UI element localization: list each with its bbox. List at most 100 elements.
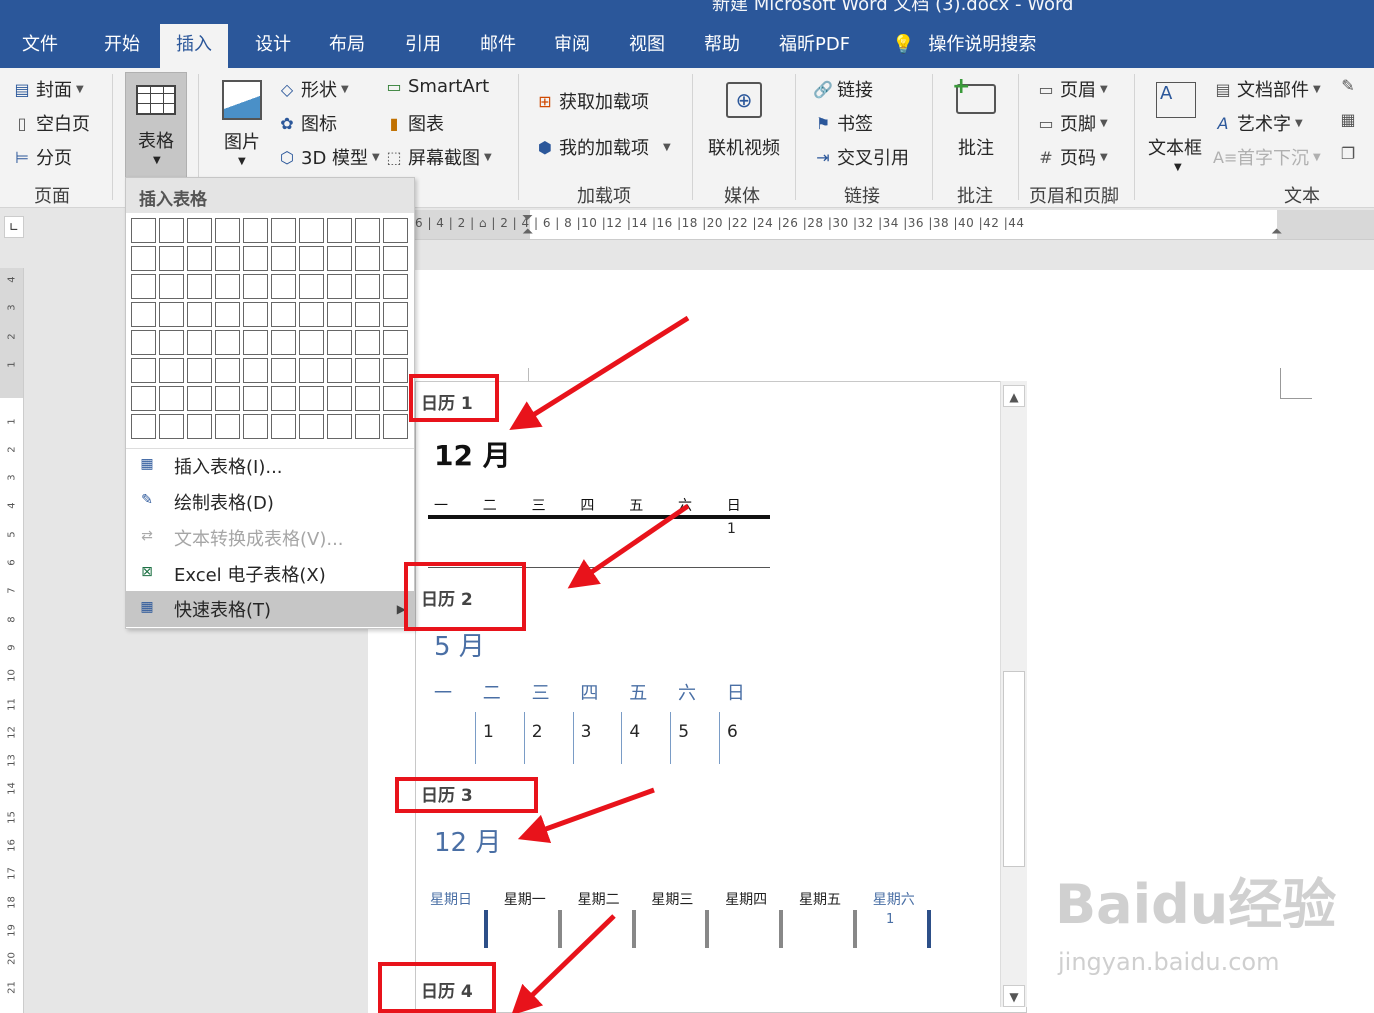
cover-page-button[interactable]: ▤ 封面 ▼ (12, 76, 83, 102)
scroll-up-icon[interactable]: ▲ (1003, 385, 1025, 407)
wordart-button[interactable]: A 艺术字 ▼ (1213, 110, 1303, 136)
table-grid-cell[interactable] (355, 302, 380, 327)
horizontal-ruler[interactable]: 6 | 4 | 2 | ⌂ | 2 | 4 | 6 | 8 |10 |12 |1… (415, 210, 1374, 240)
table-grid-cell[interactable] (299, 302, 324, 327)
table-grid-cell[interactable] (243, 274, 268, 299)
page-break-button[interactable]: ⊨ 分页 (12, 144, 72, 170)
tab-insert[interactable]: 插入 (160, 24, 228, 70)
table-grid-cell[interactable] (271, 302, 296, 327)
tab-help[interactable]: 帮助 (702, 24, 742, 68)
table-grid-cell[interactable] (131, 358, 156, 383)
tab-foxit-pdf[interactable]: 福昕PDF (777, 24, 852, 68)
table-grid-cell[interactable] (327, 386, 352, 411)
table-grid-cell[interactable] (159, 358, 184, 383)
table-grid-cell[interactable] (187, 246, 212, 271)
table-grid-cell[interactable] (355, 358, 380, 383)
table-grid-cell[interactable] (187, 386, 212, 411)
table-grid-cell[interactable] (187, 218, 212, 243)
table-grid-cell[interactable] (299, 386, 324, 411)
table-grid-cell[interactable] (299, 246, 324, 271)
table-grid-cell[interactable] (215, 246, 240, 271)
date-time-button[interactable]: ▦ (1338, 110, 1362, 129)
scrollbar-thumb[interactable] (1003, 671, 1025, 867)
table-grid-cell[interactable] (383, 302, 408, 327)
table-grid-cell[interactable] (271, 246, 296, 271)
table-grid-cell[interactable] (299, 414, 324, 439)
table-grid-cell[interactable] (215, 386, 240, 411)
tell-me-search[interactable]: 💡 操作说明搜索 (890, 24, 1038, 68)
table-grid-cell[interactable] (271, 330, 296, 355)
vertical-ruler[interactable]: 4 3 2 1 1 2 3 4 5 6 7 8 9 10 11 12 13 14 15 16 17 18 19 20 21 (0, 268, 24, 1013)
scroll-down-icon[interactable]: ▼ (1003, 985, 1025, 1007)
table-grid-cell[interactable] (159, 330, 184, 355)
chart-button[interactable]: ▮ 图表 (384, 110, 444, 136)
tab-design[interactable]: 设计 (253, 24, 293, 68)
tab-view[interactable]: 视图 (627, 24, 667, 68)
table-grid-cell[interactable] (159, 274, 184, 299)
icons-button[interactable]: ✿ 图标 (277, 110, 337, 136)
comment-button[interactable]: + 批注 (948, 74, 1004, 176)
table-grid-cell[interactable] (271, 218, 296, 243)
table-grid-cell[interactable] (383, 386, 408, 411)
table-grid-cell[interactable] (243, 246, 268, 271)
signature-line-button[interactable]: ✎ (1338, 76, 1362, 95)
tab-review[interactable]: 审阅 (552, 24, 592, 68)
table-grid-cell[interactable] (159, 414, 184, 439)
table-grid-cell[interactable] (159, 302, 184, 327)
table-grid-cell[interactable] (243, 414, 268, 439)
table-grid-cell[interactable] (383, 246, 408, 271)
table-grid-cell[interactable] (383, 330, 408, 355)
table-grid-cell[interactable] (327, 358, 352, 383)
smartart-button[interactable]: ▭ SmartArt (384, 76, 489, 97)
table-grid-cell[interactable] (243, 302, 268, 327)
table-grid-cell[interactable] (355, 330, 380, 355)
table-grid-cell[interactable] (271, 386, 296, 411)
tab-mailings[interactable]: 邮件 (478, 24, 518, 68)
tab-layout[interactable]: 布局 (327, 24, 367, 68)
tab-references[interactable]: 引用 (403, 24, 443, 68)
table-grid-cell[interactable] (243, 386, 268, 411)
table-grid-cell[interactable] (243, 218, 268, 243)
table-grid-cell[interactable] (215, 330, 240, 355)
text-box-button[interactable]: A 文本框 ▼ (1146, 76, 1206, 176)
draw-table-menu-item[interactable]: ✎ 绘制表格(D) (126, 484, 414, 520)
table-grid-cell[interactable] (299, 218, 324, 243)
shapes-button[interactable]: ◇ 形状 ▼ (277, 76, 349, 102)
table-grid-cell[interactable] (187, 358, 212, 383)
excel-spreadsheet-menu-item[interactable]: ⊠ Excel 电子表格(X) (126, 556, 414, 592)
table-grid-cell[interactable] (243, 358, 268, 383)
hanging-indent-marker[interactable]: ⏶ (522, 224, 533, 240)
tab-home[interactable]: 开始 (102, 24, 142, 68)
table-grid-cell[interactable] (299, 358, 324, 383)
tab-stop-selector[interactable]: ∟ (4, 216, 24, 238)
calendar-4-item[interactable] (416, 970, 1001, 1012)
blank-page-button[interactable]: ▯ 空白页 (12, 110, 90, 136)
object-button[interactable]: ❐ (1338, 144, 1362, 163)
picture-button[interactable]: 图片 ▼ (218, 76, 266, 176)
table-grid-cell[interactable] (215, 414, 240, 439)
tab-file[interactable]: 文件 (20, 24, 60, 68)
table-grid-cell[interactable] (271, 358, 296, 383)
table-grid-cell[interactable] (383, 274, 408, 299)
page-number-button[interactable]: # 页码 ▼ (1036, 144, 1107, 170)
table-grid-cell[interactable] (299, 274, 324, 299)
table-grid-cell[interactable] (215, 274, 240, 299)
3d-model-button[interactable]: ⬡ 3D 模型 ▼ (277, 144, 380, 170)
table-grid-cell[interactable] (327, 218, 352, 243)
table-grid-cell[interactable] (131, 386, 156, 411)
footer-button[interactable]: ▭ 页脚 ▼ (1036, 110, 1107, 136)
table-grid-cell[interactable] (159, 218, 184, 243)
drop-cap-button[interactable]: A≡ 首字下沉 ▼ (1213, 144, 1321, 170)
table-grid-cell[interactable] (355, 274, 380, 299)
table-grid-cell[interactable] (215, 302, 240, 327)
table-grid-cell[interactable] (131, 330, 156, 355)
table-grid-cell[interactable] (355, 414, 380, 439)
table-grid-cell[interactable] (355, 218, 380, 243)
table-grid-cell[interactable] (187, 414, 212, 439)
table-grid-cell[interactable] (243, 330, 268, 355)
my-addins-button[interactable]: ⬢ 我的加载项 ▼ (535, 134, 671, 160)
table-grid-cell[interactable] (383, 218, 408, 243)
screenshot-button[interactable]: ⬚ 屏幕截图 ▼ (384, 144, 491, 170)
table-grid-cell[interactable] (327, 274, 352, 299)
table-grid-cell[interactable] (271, 274, 296, 299)
